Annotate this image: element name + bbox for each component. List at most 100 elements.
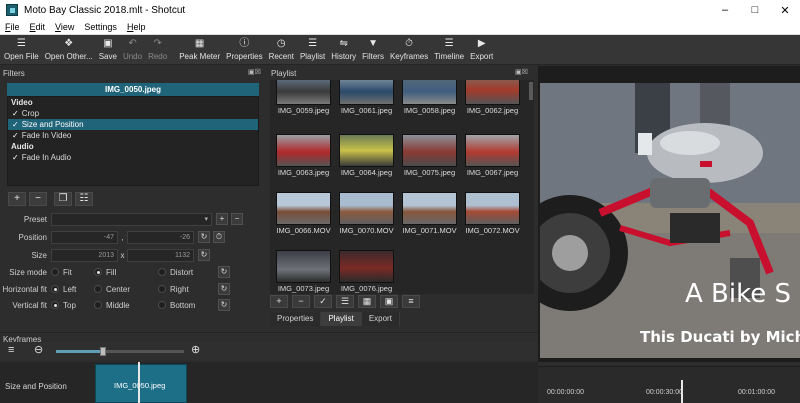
check-icon[interactable]: ✓ (12, 120, 19, 129)
playlist-item[interactable]: IMG_0066.MOV (273, 190, 334, 238)
filter-item-fade-in-audio[interactable]: ✓ Fade In Audio (8, 152, 258, 163)
h-fit-center-radio[interactable]: Center (94, 285, 152, 294)
playlist-item[interactable]: IMG_0061.jpeg (336, 80, 397, 118)
size-height-field[interactable]: 1132 (127, 248, 194, 262)
delete-preset-button[interactable]: − (231, 213, 243, 225)
preset-select[interactable]: ▾ (51, 212, 212, 226)
filter-item-fade-in-video[interactable]: ✓ Fade In Video (8, 130, 258, 141)
playlist-item[interactable]: IMG_0064.jpeg (336, 132, 397, 180)
playlist-item[interactable]: IMG_0071.MOV (399, 190, 460, 238)
peak-meter-button[interactable]: ▦ Peak Meter (179, 35, 220, 61)
undo-button[interactable]: ↶ Undo (123, 35, 142, 61)
save-preset-button[interactable]: + (216, 213, 228, 225)
playlist-menu-icon[interactable]: ≡ (402, 295, 420, 308)
timecode-label: 00:00:30:00 (646, 389, 683, 396)
maximize-button[interactable]: □ (740, 0, 770, 20)
paste-filter-button[interactable]: ☷ (75, 192, 93, 206)
playlist-item[interactable]: IMG_0063.jpeg (273, 132, 334, 180)
playlist-item[interactable]: IMG_0070.MOV (336, 190, 397, 238)
open-other-button[interactable]: ❖ Open Other... (45, 35, 93, 61)
keyframes-menu-icon[interactable]: ≡ (8, 344, 14, 356)
zoom-in-icon[interactable]: ⊕ (191, 343, 200, 356)
check-icon[interactable]: ✓ (12, 109, 19, 118)
check-icon[interactable]: ✓ (12, 131, 19, 140)
properties-button[interactable]: ⓘ Properties (226, 35, 262, 61)
menu-file[interactable]: File (0, 22, 25, 32)
history-button[interactable]: ⇋ History (331, 35, 356, 61)
reset-v-fit-icon[interactable]: ↻ (218, 299, 230, 311)
remove-filter-button[interactable]: − (29, 192, 47, 206)
playlist-panel-header: Playlist (268, 67, 535, 79)
playlist-button[interactable]: ☰ Playlist (300, 35, 325, 61)
recent-button[interactable]: ◷ Recent (269, 35, 294, 61)
save-button[interactable]: ▣ Save (99, 35, 117, 61)
h-fit-right-radio[interactable]: Right (158, 285, 206, 294)
playlist-scrollbar[interactable] (528, 80, 534, 294)
minimize-button[interactable]: – (710, 0, 740, 20)
filters-button[interactable]: ▼ Filters (362, 35, 384, 61)
zoom-out-icon[interactable]: ⊖ (34, 343, 43, 356)
playlist-update-button[interactable]: ✓ (314, 295, 332, 308)
filter-item-size-and-position[interactable]: ✓ Size and Position (8, 119, 258, 130)
scrollbar-thumb[interactable] (529, 82, 533, 100)
size-mode-distort-radio[interactable]: Distort (158, 268, 206, 277)
playlist-add-button[interactable]: + (270, 295, 288, 308)
playlist-item[interactable]: IMG_0075.jpeg (399, 132, 460, 180)
video-preview[interactable]: A Bike S This Ducati by Micha (538, 66, 800, 362)
playhead[interactable] (138, 362, 140, 403)
playlist-item[interactable]: IMG_0059.jpeg (273, 80, 334, 118)
reset-size-icon[interactable]: ↻ (198, 249, 210, 261)
check-icon[interactable]: ✓ (12, 153, 19, 162)
copy-filter-button[interactable]: ❐ (54, 192, 72, 206)
add-filter-button[interactable]: + (8, 192, 26, 206)
export-button[interactable]: ▶ Export (470, 35, 493, 61)
open-file-button[interactable]: ☰ Open File (4, 35, 39, 61)
reset-position-icon[interactable]: ↻ (198, 231, 210, 243)
tab-properties[interactable]: Properties (270, 312, 322, 326)
keyframe-position-icon[interactable]: ⏱ (213, 231, 225, 243)
position-x-field[interactable]: -47 (51, 230, 118, 244)
v-fit-top-radio[interactable]: Top (51, 301, 88, 310)
overlay-subtitle-text: This Ducati by Micha (640, 328, 800, 346)
timeline-button[interactable]: ☰ Timeline (434, 35, 464, 61)
v-fit-bottom-radio[interactable]: Bottom (158, 301, 206, 310)
playlist-item[interactable]: IMG_0058.jpeg (399, 80, 460, 118)
panel-float-close-icon[interactable]: ▣☒ (248, 68, 261, 76)
h-fit-left-radio[interactable]: Left (51, 285, 88, 294)
icon-view-icon[interactable]: ▣ (380, 295, 398, 308)
playlist-item[interactable]: IMG_0067.jpeg (462, 132, 523, 180)
tiles-view-icon[interactable]: ▦ (358, 295, 376, 308)
playlist-item[interactable]: IMG_0062.jpeg (462, 80, 523, 118)
keyframes-button[interactable]: ⏱ Keyframes (390, 35, 428, 61)
menu-view[interactable]: View (50, 22, 79, 32)
tab-playlist[interactable]: Playlist (321, 312, 362, 326)
menu-bar: File Edit View Settings Help (0, 20, 800, 35)
menu-settings[interactable]: Settings (79, 22, 122, 32)
playlist-item[interactable]: IMG_0073.jpeg (273, 248, 334, 294)
menu-edit[interactable]: Edit (25, 22, 51, 32)
filter-item-crop[interactable]: ✓ Crop (8, 108, 258, 119)
size-mode-fit-radio[interactable]: Fit (51, 268, 88, 277)
v-fit-middle-radio[interactable]: Middle (94, 301, 152, 310)
reset-size-mode-icon[interactable]: ↻ (218, 266, 230, 278)
redo-button[interactable]: ↷ Redo (148, 35, 167, 61)
position-y-field[interactable]: -26 (127, 230, 194, 244)
peak-meter-icon: ▦ (194, 38, 205, 49)
zoom-slider-handle[interactable] (100, 347, 106, 356)
size-mode-fill-radio[interactable]: Fill (94, 268, 152, 277)
shotcut-app-icon (6, 4, 18, 16)
size-width-field[interactable]: 2013 (51, 248, 118, 262)
playlist-remove-button[interactable]: − (292, 295, 310, 308)
playlist-item[interactable]: IMG_0076.jpeg (336, 248, 397, 294)
detail-view-icon[interactable]: ☰ (336, 295, 354, 308)
reset-h-fit-icon[interactable]: ↻ (218, 283, 230, 295)
tab-export[interactable]: Export (361, 312, 400, 326)
zoom-slider[interactable] (56, 347, 184, 356)
close-button[interactable]: ✕ (770, 0, 800, 20)
audio-section-header: Audio (11, 142, 34, 151)
menu-help[interactable]: Help (122, 22, 151, 32)
panel-float-close-icon[interactable]: ▣☒ (515, 68, 528, 76)
keyframe-clip[interactable]: IMG_0050.jpeg (95, 364, 187, 403)
timeline-ruler[interactable] (538, 366, 800, 403)
playlist-item[interactable]: IMG_0072.MOV (462, 190, 523, 238)
